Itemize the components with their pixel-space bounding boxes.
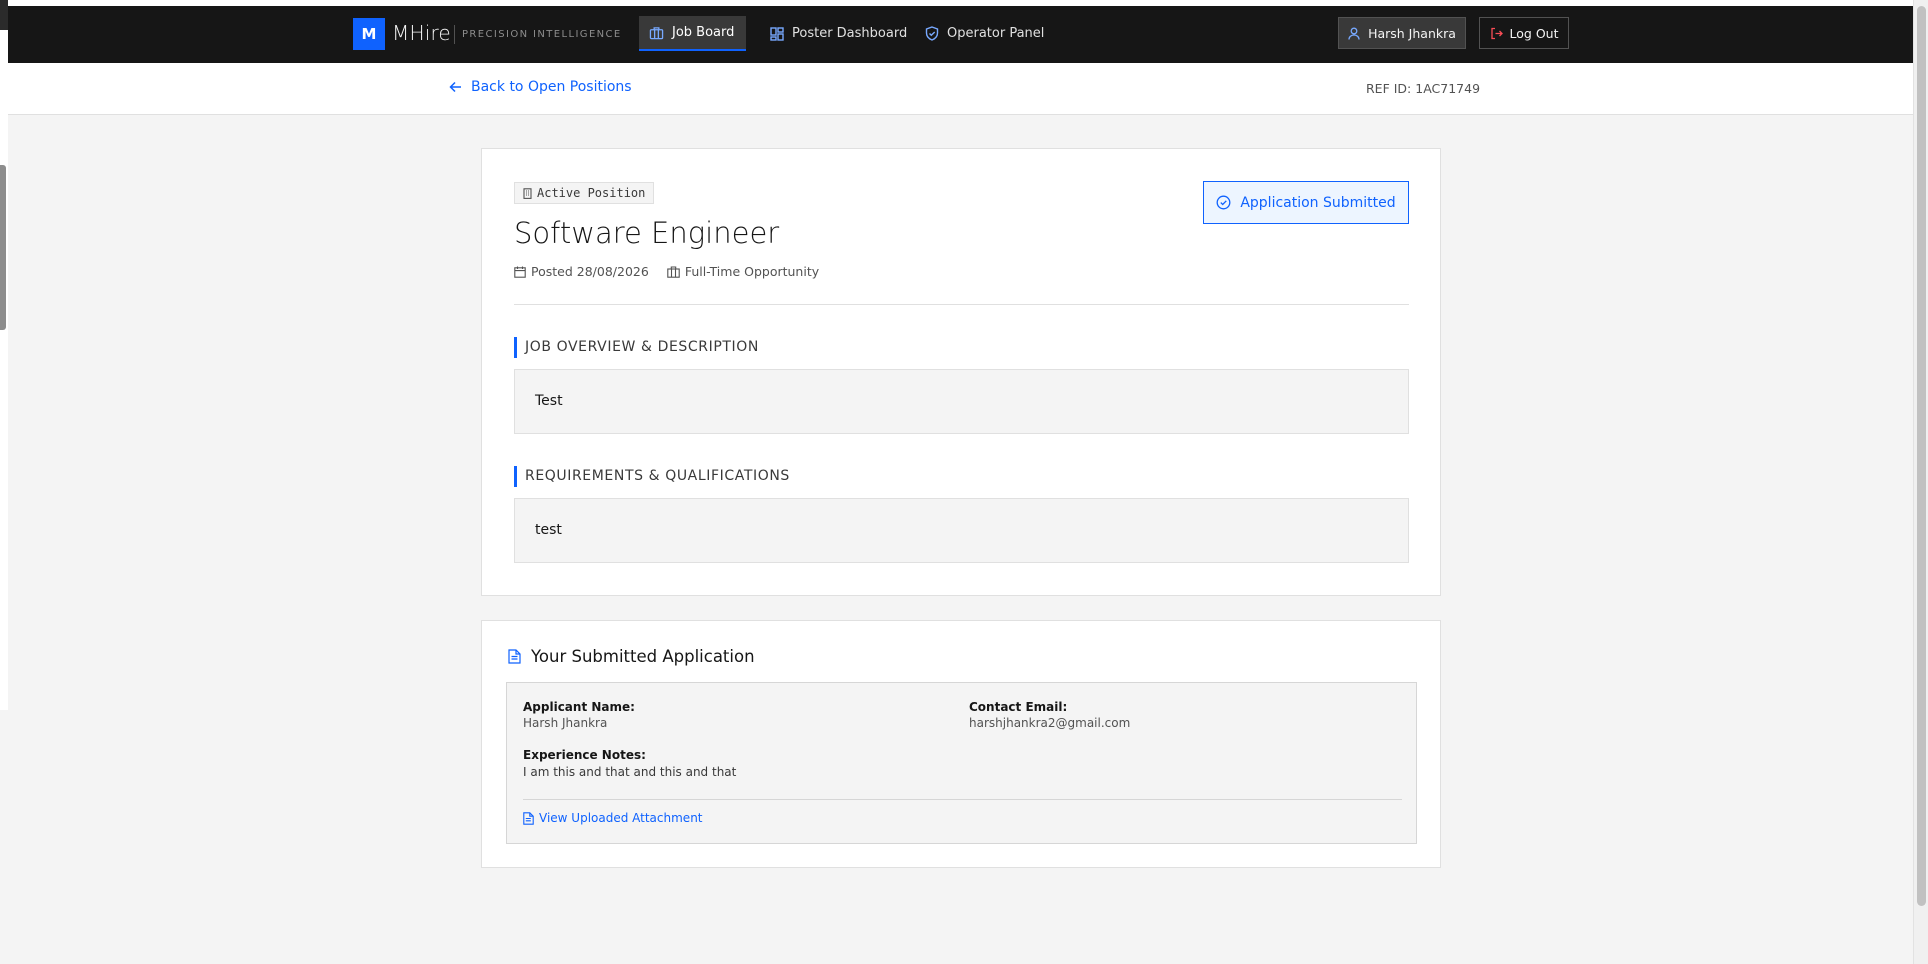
vertical-scrollbar[interactable] (1913, 0, 1928, 964)
back-to-positions-link[interactable]: Back to Open Positions (449, 79, 632, 95)
nav-job-board[interactable]: Job Board (639, 16, 746, 51)
employment-type-text: Full-Time Opportunity (684, 264, 820, 279)
shield-icon (925, 26, 939, 41)
document-icon (508, 649, 521, 664)
logo-mark[interactable]: M (353, 18, 385, 50)
arrow-left-icon (449, 81, 461, 93)
job-details-card: Active Position Software Engineer Posted… (481, 148, 1441, 596)
status-badge: Active Position (514, 182, 655, 204)
brand-name[interactable]: MHire (392, 21, 451, 45)
contact-email-label: Contact Email: (969, 700, 1068, 714)
user-menu-button[interactable]: Harsh Jhankra (1338, 17, 1466, 49)
experience-notes-label: Experience Notes: (523, 748, 646, 762)
job-title: Software Engineer (514, 216, 780, 250)
left-scroll-indicator (0, 165, 6, 330)
dashboard-icon (770, 26, 784, 41)
logout-button[interactable]: Log Out (1479, 17, 1569, 49)
employment-type: Full-Time Opportunity (667, 264, 819, 279)
submitted-application-title-text: Your Submitted Application (531, 647, 755, 666)
divider (514, 304, 1409, 305)
status-badge-label: Active Position (537, 186, 646, 200)
experience-notes-value: I am this and that and this and that (523, 765, 737, 779)
application-details: Applicant Name: Harsh Jhankra Contact Em… (506, 682, 1417, 844)
user-icon (1348, 27, 1360, 40)
back-link-label: Back to Open Positions (471, 79, 632, 95)
submitted-application-title: Your Submitted Application (508, 647, 755, 666)
logout-icon (1490, 27, 1503, 39)
nav-poster-dashboard-label: Poster Dashboard (792, 26, 908, 41)
reference-id: REF ID: 1AC71749 (1366, 81, 1481, 96)
view-attachment-label: View Uploaded Attachment (539, 811, 703, 825)
overview-heading: JOB OVERVIEW & DESCRIPTION (514, 337, 759, 358)
nav-operator-panel-label: Operator Panel (947, 26, 1045, 41)
nav-job-board-label: Job Board (672, 25, 735, 40)
job-meta: Posted 28/08/2026 Full-Time Opportunity (514, 264, 837, 279)
applicant-name-value: Harsh Jhankra (523, 716, 608, 730)
page-background: M MHire PRECISION INTELLIGENCE Job Board… (0, 0, 1928, 964)
check-circle-icon (1216, 195, 1231, 210)
applicant-name-label: Applicant Name: (523, 700, 635, 714)
sub-header-bar: Back to Open Positions REF ID: 1AC71749 (8, 63, 1913, 115)
scrollbar-thumb[interactable] (1917, 6, 1926, 906)
divider (523, 799, 1402, 800)
overview-content: Test (514, 369, 1409, 434)
user-name: Harsh Jhankra (1368, 25, 1456, 41)
requirements-heading: REQUIREMENTS & QUALIFICATIONS (514, 466, 790, 487)
left-edge-mark (0, 0, 8, 30)
briefcase-icon (667, 265, 680, 278)
briefcase-icon (649, 26, 664, 39)
overview-text: Test (535, 393, 563, 409)
posted-date-text: Posted 28/08/2026 (531, 264, 649, 279)
logout-label: Log Out (1509, 25, 1559, 41)
calendar-icon (514, 266, 526, 278)
document-icon (523, 811, 534, 825)
left-gutter-lower (0, 710, 8, 964)
nav-poster-dashboard[interactable]: Poster Dashboard (760, 16, 917, 51)
requirements-text: test (535, 522, 562, 538)
brand-divider (454, 25, 455, 44)
application-submitted-label: Application Submitted (1240, 194, 1396, 211)
brand-tagline: PRECISION INTELLIGENCE (462, 29, 622, 40)
building-icon (523, 187, 532, 199)
top-navigation-bar: M MHire PRECISION INTELLIGENCE Job Board… (8, 6, 1913, 63)
posted-date: Posted 28/08/2026 (514, 264, 649, 279)
view-attachment-link[interactable]: View Uploaded Attachment (523, 811, 703, 825)
application-submitted-button[interactable]: Application Submitted (1203, 181, 1409, 224)
contact-email-value: harshjhankra2@gmail.com (969, 716, 1131, 730)
nav-operator-panel[interactable]: Operator Panel (915, 16, 1054, 51)
submitted-application-card: Your Submitted Application Applicant Nam… (481, 620, 1441, 868)
requirements-content: test (514, 498, 1409, 563)
